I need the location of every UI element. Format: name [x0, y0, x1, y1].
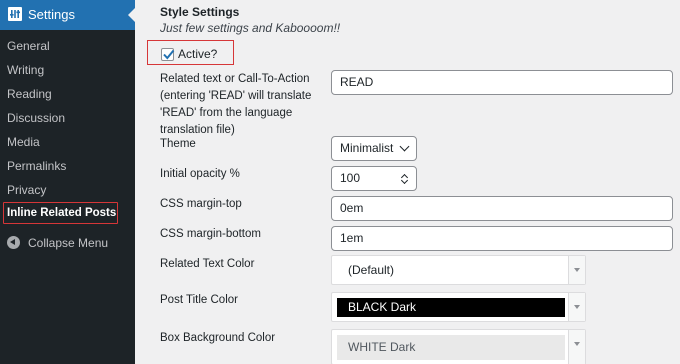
sidebar-item-discussion[interactable]: Discussion — [7, 111, 65, 125]
sidebar-item-media[interactable]: Media — [7, 135, 40, 149]
margin-top-input[interactable]: 0em — [331, 196, 673, 221]
settings-menu-label: Settings — [28, 7, 75, 22]
margin-top-label: CSS margin-top — [160, 198, 242, 210]
sidebar-item-inline-related-posts[interactable]: Inline Related Posts — [3, 202, 118, 224]
color-swatch: BLACK Dark — [337, 298, 565, 317]
sidebar-item-general[interactable]: General — [7, 39, 50, 53]
cta-label: Related text or Call-To-Action (entering… — [160, 71, 311, 139]
related-text-color-select[interactable]: (Default) — [331, 255, 586, 285]
cta-label-line: 'READ' from the language — [160, 107, 293, 119]
dropdown-arrow-icon[interactable] — [568, 330, 585, 364]
dropdown-arrow-icon[interactable] — [568, 293, 585, 321]
sidebar-item-permalinks[interactable]: Permalinks — [7, 159, 66, 173]
dropdown-arrow-icon[interactable] — [568, 256, 585, 284]
sidebar-item-privacy[interactable]: Privacy — [7, 183, 46, 197]
checkmark-icon — [163, 49, 175, 60]
cta-label-line: (entering 'READ' will translate — [160, 90, 312, 102]
settings-menu-header[interactable]: Settings — [0, 0, 135, 30]
settings-content: Style Settings Just few settings and Kab… — [135, 0, 680, 364]
collapse-arrow-icon — [7, 236, 20, 249]
active-checkbox[interactable] — [161, 48, 175, 61]
section-subtitle: Just few settings and Kaboooom!! — [160, 21, 341, 35]
admin-sidebar: Settings General Writing Reading Discuss… — [0, 0, 135, 364]
post-title-color-select[interactable]: BLACK Dark — [331, 292, 586, 322]
cta-text-input[interactable]: READ — [331, 70, 673, 95]
theme-select[interactable]: Minimalist — [331, 136, 417, 161]
color-swatch: (Default) — [337, 261, 565, 280]
opacity-number-input[interactable]: 100 — [331, 166, 417, 191]
chevron-down-icon — [399, 141, 410, 152]
section-title: Style Settings — [160, 5, 240, 19]
cta-label-line: Related text or Call-To-Action — [160, 73, 310, 85]
theme-label: Theme — [160, 138, 196, 150]
current-menu-indicator — [128, 8, 135, 22]
sidebar-item-writing[interactable]: Writing — [7, 63, 44, 77]
sidebar-item-reading[interactable]: Reading — [7, 87, 52, 101]
settings-icon — [8, 7, 22, 21]
box-background-color-label: Box Background Color — [160, 332, 276, 344]
sidebar-item-label: Inline Related Posts — [7, 207, 117, 219]
box-background-color-select[interactable]: WHITE Dark — [331, 329, 586, 364]
collapse-menu-label: Collapse Menu — [28, 236, 109, 250]
opacity-value: 100 — [340, 171, 361, 185]
active-checkbox-row[interactable]: Active? — [147, 40, 234, 65]
color-swatch: WHITE Dark — [337, 335, 565, 360]
active-checkbox-label: Active? — [178, 47, 218, 61]
theme-select-value: Minimalist — [340, 141, 394, 155]
opacity-label: Initial opacity % — [160, 168, 240, 180]
post-title-color-label: Post Title Color — [160, 294, 238, 306]
related-text-color-label: Related Text Color — [160, 258, 255, 270]
margin-bottom-label: CSS margin-bottom — [160, 228, 261, 240]
margin-bottom-input[interactable]: 1em — [331, 226, 673, 251]
